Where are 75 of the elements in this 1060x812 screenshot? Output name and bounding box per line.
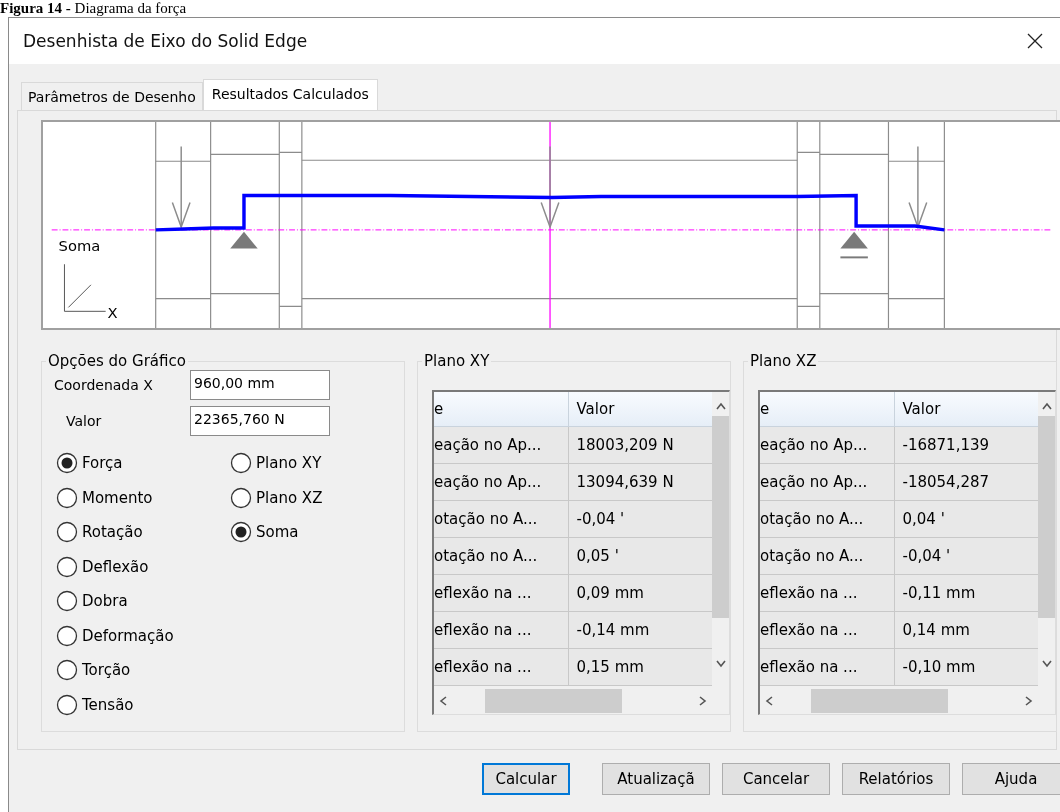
table-cell: -0,14 mm (568, 612, 712, 649)
close-icon[interactable] (1025, 31, 1045, 51)
dialog-button[interactable]: Atualizaçã (602, 763, 710, 795)
scrollbar-thumb[interactable] (1038, 416, 1055, 618)
input-field[interactable]: 22365,760 N (190, 406, 330, 436)
table-cell: otação no A... (760, 538, 895, 575)
radio-button[interactable]: Deformação (56, 618, 230, 653)
table-cell: otação no A... (760, 501, 895, 538)
scrollbar-thumb[interactable] (810, 689, 948, 713)
radio-button[interactable]: Tensão (56, 687, 230, 722)
column-header[interactable]: Valor (568, 392, 712, 427)
table-cell: 18003,209 N (568, 427, 712, 464)
table-cell: otação no A... (434, 538, 569, 575)
table-cell: 13094,639 N (568, 464, 712, 501)
radio-button[interactable]: Plano XY (230, 446, 404, 481)
dialog-button[interactable]: Calcular (482, 763, 570, 795)
scroll-up-icon[interactable] (1040, 400, 1053, 412)
column-header[interactable]: e (760, 392, 895, 427)
table-cell: 0,09 mm (568, 575, 712, 612)
table-cell: 0,05 ' (568, 538, 712, 575)
radio-button[interactable]: Momento (56, 480, 230, 515)
table-cell: eflexão na ... (434, 575, 569, 612)
scroll-down-icon[interactable] (1040, 658, 1053, 670)
column-header[interactable]: Valor (894, 392, 1038, 427)
column-header[interactable]: e (434, 392, 569, 427)
figure-caption: Figura 14 - Diagrama da força (0, 0, 187, 17)
tab[interactable]: Parâmetros de Desenho (21, 82, 203, 110)
dialog-button[interactable]: Relatórios (842, 763, 950, 795)
dialog-button[interactable]: Ajuda (962, 763, 1060, 795)
radio-button[interactable]: Deflexão (56, 549, 230, 584)
group-title: Opções do Gráfico (47, 352, 187, 370)
table-cell: -18054,287 (894, 464, 1038, 501)
table-cell: eflexão na ... (760, 612, 895, 649)
radio-button[interactable]: Soma (230, 515, 404, 550)
support-icon (839, 231, 869, 259)
radio-button[interactable]: Força (56, 446, 230, 481)
table-cell: -0,11 mm (894, 575, 1038, 612)
scroll-up-icon[interactable] (714, 400, 727, 412)
scroll-down-icon[interactable] (714, 658, 727, 670)
axis-label: X (107, 304, 118, 322)
group-title: Plano XY (423, 352, 491, 370)
table-cell: eflexão na ... (760, 575, 895, 612)
table-cell: eação no Ap... (760, 464, 895, 501)
table-cell: eação no Ap... (434, 427, 569, 464)
table-cell: -16871,139 (894, 427, 1038, 464)
window-title: Desenhista de Eixo do Solid Edge (23, 31, 308, 51)
radio-button[interactable]: Rotação (56, 515, 230, 550)
group-title: Plano XZ (749, 352, 818, 370)
radio-button[interactable]: Torção (56, 653, 230, 688)
input-field[interactable]: 960,00 mm (190, 370, 330, 400)
radio-button[interactable]: Dobra (56, 584, 230, 619)
load-arrow-icon (171, 145, 191, 230)
scrollbar-thumb[interactable] (484, 689, 622, 713)
support-icon (230, 231, 258, 249)
axis-icon (64, 263, 107, 312)
scrollbar-thumb[interactable] (712, 416, 729, 618)
dialog-button[interactable]: Cancelar (722, 763, 830, 795)
table-cell: 0,04 ' (894, 501, 1038, 538)
table-cell: 0,15 mm (568, 649, 712, 686)
tab[interactable]: Resultados Calculados (202, 79, 378, 111)
load-arrow-icon (540, 145, 560, 230)
field-label: Valor (65, 413, 103, 429)
table-cell: 0,14 mm (894, 612, 1038, 649)
table-cell: eação no Ap... (434, 464, 569, 501)
table-cell: eflexão na ... (434, 612, 569, 649)
table-cell: -0,04 ' (568, 501, 712, 538)
field-label: Coordenada X (54, 377, 154, 393)
radio-button[interactable]: Plano XZ (230, 480, 404, 515)
table-cell: eação no Ap... (760, 427, 895, 464)
table-cell: -0,10 mm (894, 649, 1038, 686)
diagram-label: Soma (58, 237, 101, 255)
table-cell: eflexão na ... (760, 649, 895, 686)
table-cell: otação no A... (434, 501, 569, 538)
table-cell: -0,04 ' (894, 538, 1038, 575)
table-cell: eflexão na ... (434, 649, 569, 686)
